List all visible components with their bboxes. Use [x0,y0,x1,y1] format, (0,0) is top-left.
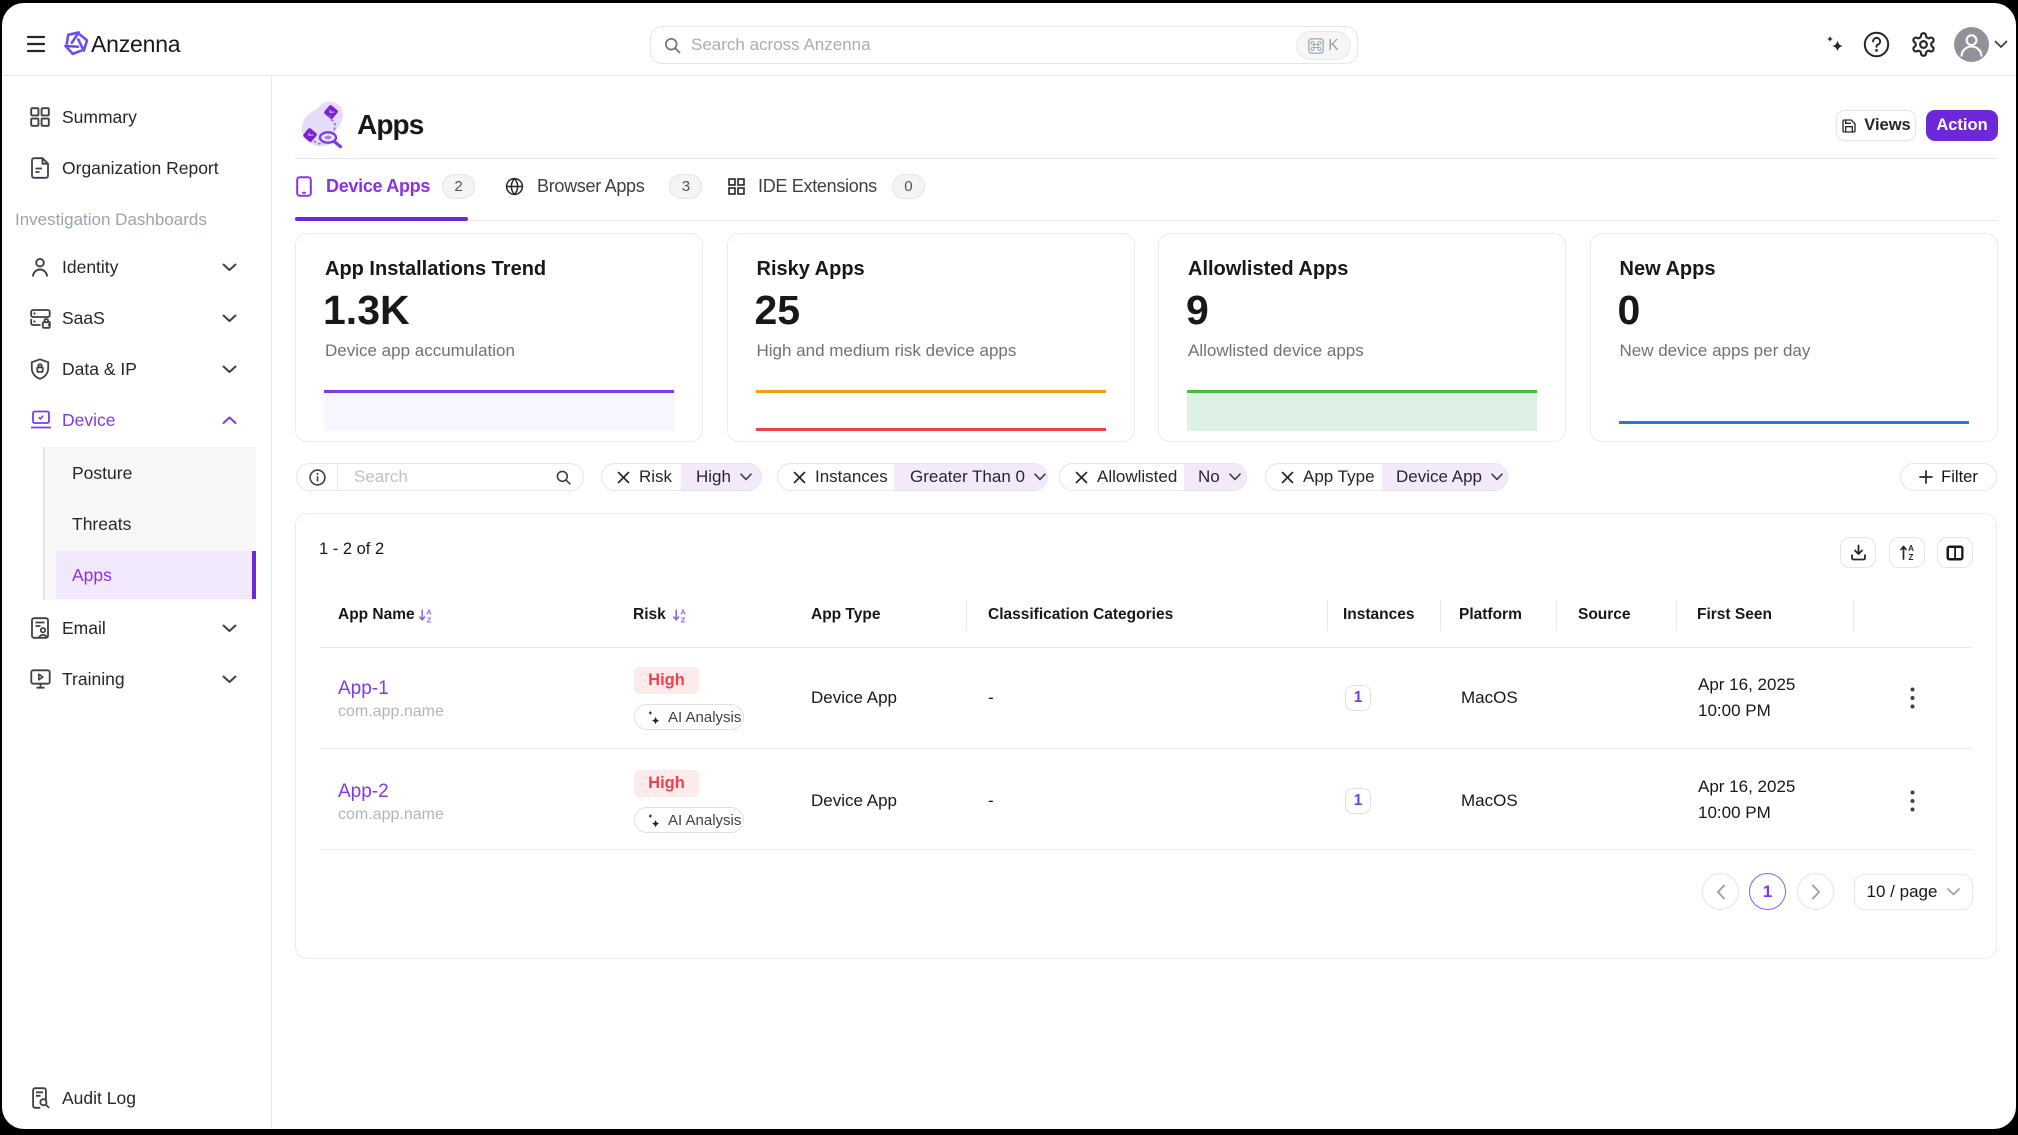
svg-text:A: A [1908,544,1914,553]
svg-text:Z: Z [1908,553,1913,561]
svg-text:Z: Z [427,616,432,624]
svg-text:Z: Z [681,616,686,624]
